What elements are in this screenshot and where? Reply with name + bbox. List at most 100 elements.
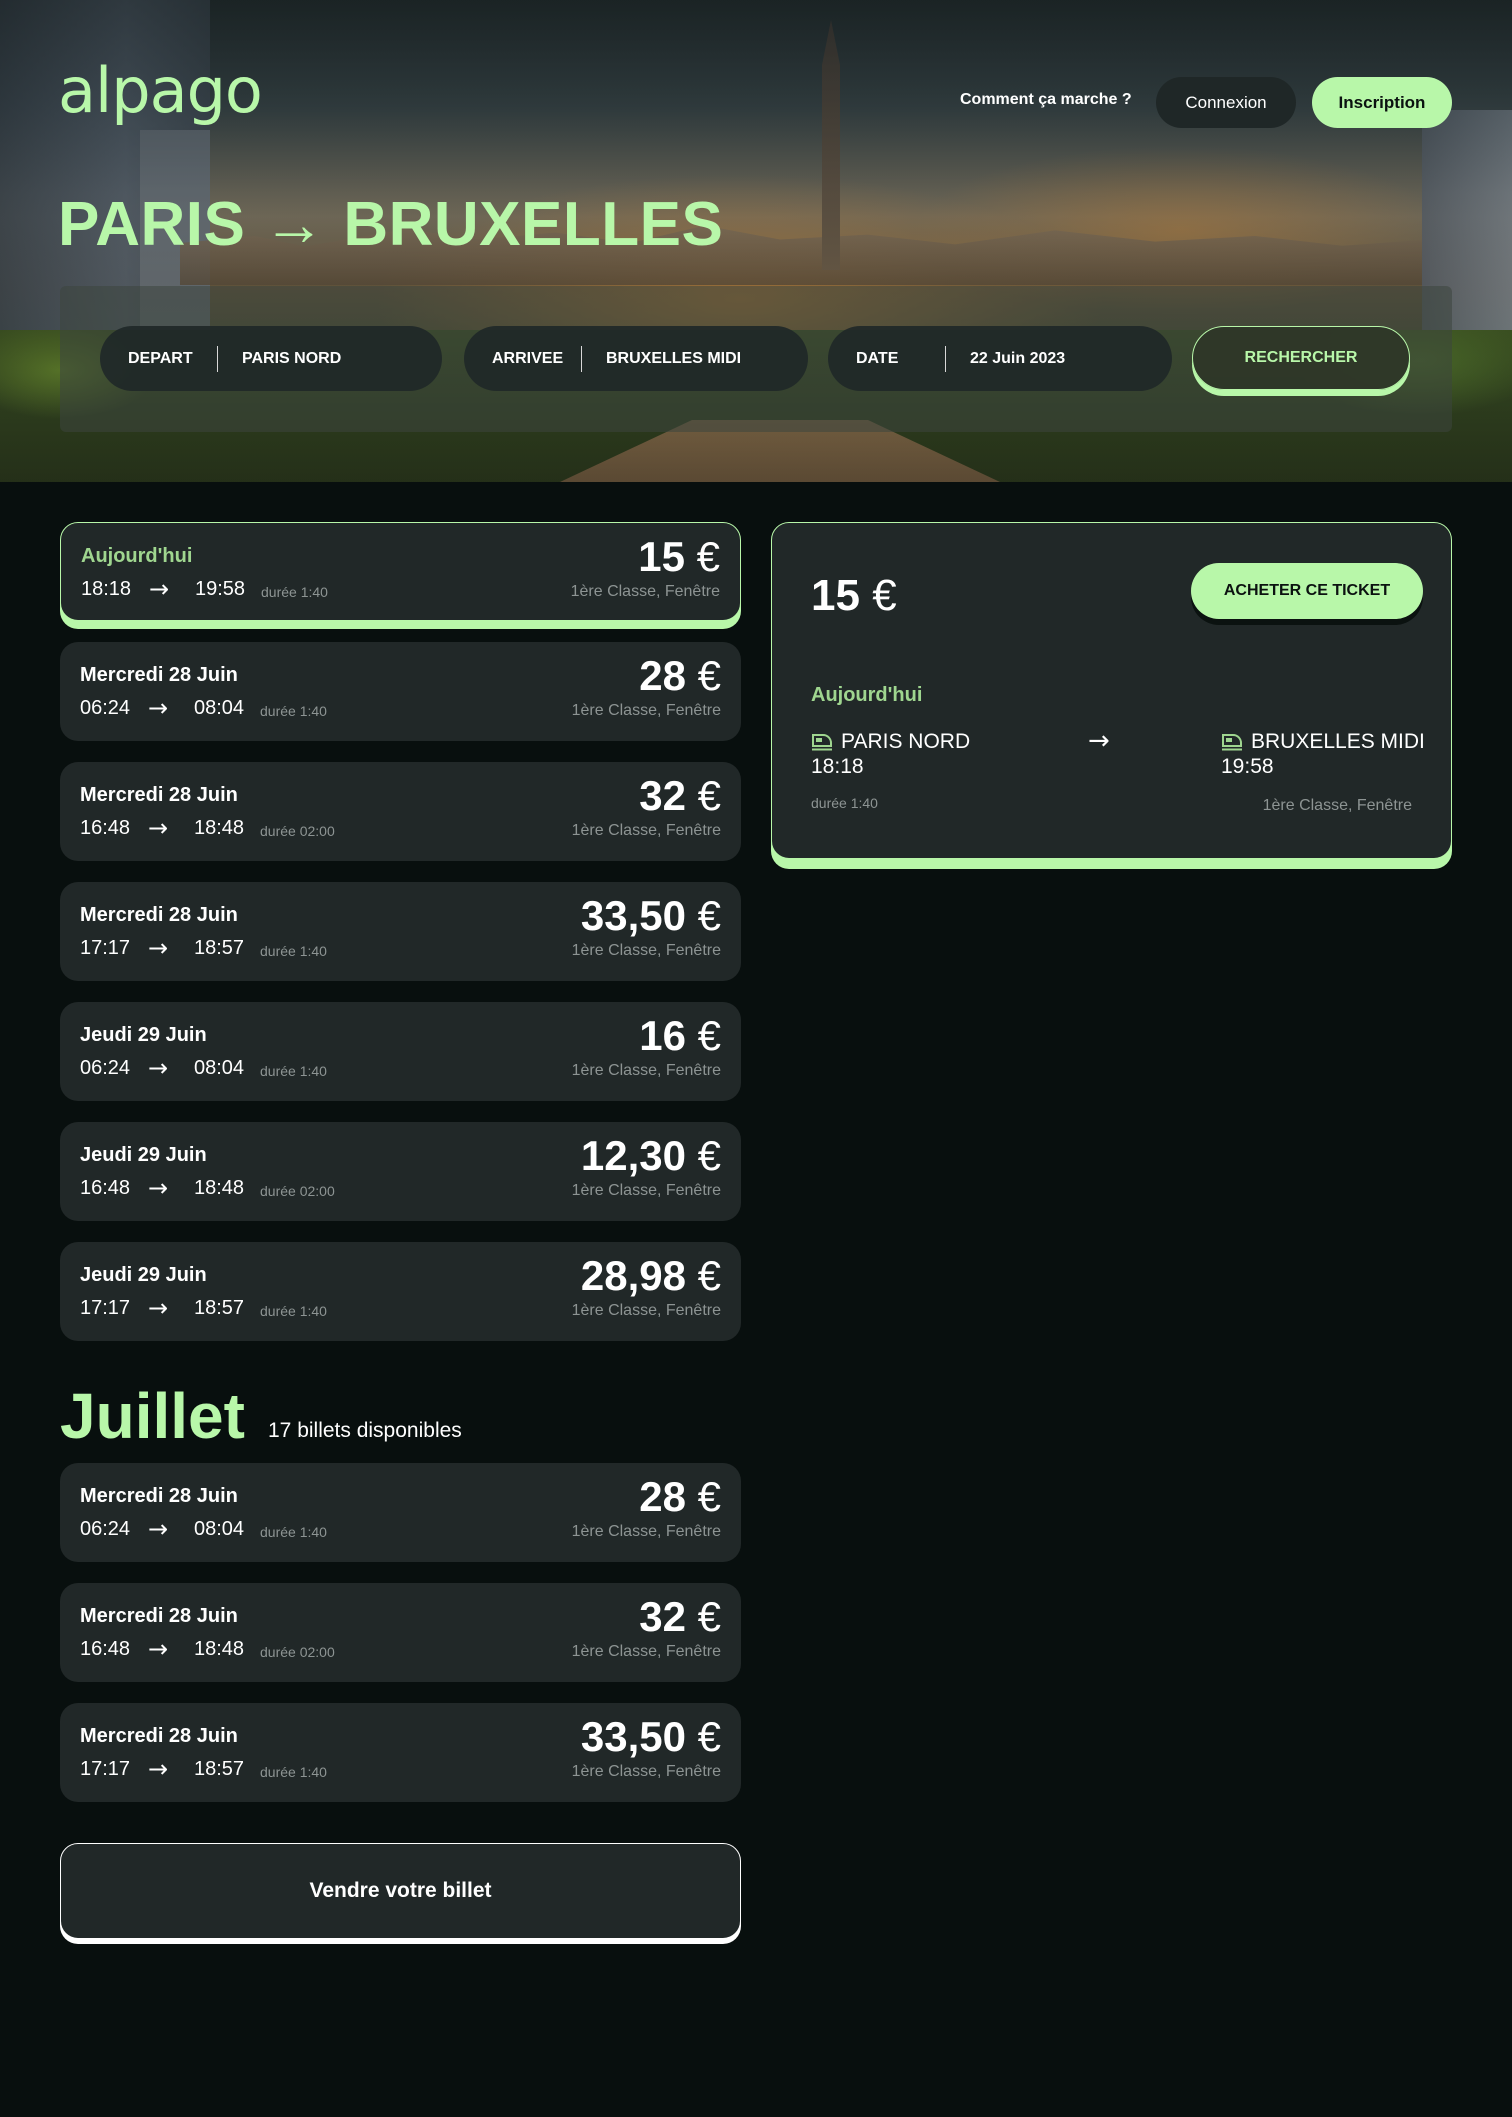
ticket-departure-time: 17:17	[80, 937, 131, 959]
ticket-arrival-time: 08:04	[194, 1518, 245, 1540]
ticket-duration: durée 02:00	[260, 1183, 335, 1199]
ticket-class: 1ère Classe, Fenêtre	[571, 1182, 721, 1199]
departure-label: DEPART	[100, 345, 218, 372]
detail-price-currency: €	[872, 571, 897, 620]
ticket-duration: durée 02:00	[260, 1644, 335, 1660]
sell-ticket-button[interactable]: Vendre votre billet	[60, 1843, 741, 1939]
ticket-price-currency: €	[697, 1713, 721, 1760]
ticket-arrival-time: 18:57	[194, 1758, 245, 1780]
detail-to: BRUXELLES MIDI	[1221, 730, 1425, 754]
arrow-right-icon: →	[148, 1174, 169, 1202]
ticket-price: 32 €	[639, 772, 721, 820]
page-title: PARIS → BRUXELLES	[58, 190, 724, 259]
ticket-departure-time: 18:18	[81, 578, 132, 600]
ticket-departure-time: 16:48	[80, 1638, 131, 1660]
ticket-class: 1ère Classe, Fenêtre	[571, 702, 721, 719]
ticket-arrival-time: 18:48	[194, 1177, 245, 1199]
date-field[interactable]: DATE 22 Juin 2023	[828, 326, 1172, 391]
ticket-class: 1ère Classe, Fenêtre	[571, 1643, 721, 1660]
ticket-day: Mercredi 28 Juin	[80, 1605, 238, 1627]
ticket-duration: durée 1:40	[260, 1063, 327, 1079]
ticket-day: Jeudi 29 Juin	[80, 1144, 207, 1166]
detail-to-time: 19:58	[1221, 755, 1274, 778]
ticket-arrival-time: 19:58	[195, 578, 246, 600]
ticket-card[interactable]: Jeudi 29 Juin 16:48 → 18:48 durée 02:00 12,30…	[60, 1122, 741, 1221]
signup-button[interactable]: Inscription	[1312, 77, 1452, 128]
search-button[interactable]: RECHERCHER	[1192, 326, 1410, 390]
ticket-price: 28 €	[639, 652, 721, 700]
ticket-price: 33,50 €	[581, 892, 721, 940]
ticket-price-value: 28	[639, 652, 686, 699]
arrow-right-icon: →	[148, 1054, 169, 1082]
ticket-card[interactable]: Jeudi 29 Juin 17:17 → 18:57 durée 1:40 28,98 …	[60, 1242, 741, 1341]
detail-price: 15 €	[811, 571, 897, 621]
detail-duration: durée 1:40	[811, 795, 878, 811]
ticket-card[interactable]: Mercredi 28 Juin 16:48 → 18:48 durée 02:00 32…	[60, 1583, 741, 1682]
search-panel: DEPART PARIS NORD ARRIVEE BRUXELLES MIDI…	[60, 286, 1452, 432]
detail-day: Aujourd'hui	[811, 684, 923, 706]
ticket-card[interactable]: Mercredi 28 Juin 06:24 → 08:04 durée 1:40 28 …	[60, 1463, 741, 1562]
ticket-price-value: 33,50	[580, 1713, 686, 1760]
ticket-day: Aujourd'hui	[81, 545, 193, 567]
detail-from-station: PARIS NORD	[841, 730, 971, 753]
ticket-departure-time: 16:48	[80, 817, 131, 839]
ticket-price-currency: €	[697, 1012, 721, 1059]
ticket-price: 16 €	[639, 1012, 721, 1060]
ticket-day: Mercredi 28 Juin	[80, 1485, 238, 1507]
ticket-duration: durée 02:00	[260, 823, 335, 839]
arrow-right-icon: →	[148, 1294, 169, 1322]
ticket-price-value: 16	[639, 1012, 686, 1059]
ticket-card[interactable]: Mercredi 28 Juin 16:48 → 18:48 durée 02:00 32…	[60, 762, 741, 861]
date-value[interactable]: 22 Juin 2023	[946, 350, 1065, 368]
ticket-duration: durée 1:40	[260, 703, 327, 719]
ticket-price-value: 28,98	[580, 1252, 686, 1299]
ticket-class: 1ère Classe, Fenêtre	[571, 1062, 721, 1079]
ticket-departure-time: 06:24	[80, 1057, 131, 1079]
how-it-works-link[interactable]: Comment ça marche ?	[960, 91, 1132, 109]
ticket-arrival-time: 18:57	[194, 937, 245, 959]
ticket-card[interactable]: Mercredi 28 Juin 17:17 → 18:57 durée 1:40 33,…	[60, 882, 741, 981]
detail-from-time: 18:18	[811, 755, 864, 778]
arrow-right-icon: →	[148, 814, 169, 842]
ticket-price: 32 €	[639, 1593, 721, 1641]
ticket-departure-time: 17:17	[80, 1297, 131, 1319]
ticket-card[interactable]: Aujourd'hui 18:18 → 19:58 durée 1:40 15 €1ère…	[60, 522, 741, 621]
departure-field[interactable]: DEPART PARIS NORD	[100, 326, 442, 391]
ticket-price-value: 15	[638, 533, 685, 580]
brand-logo[interactable]: alpago	[58, 60, 263, 122]
ticket-class: 1ère Classe, Fenêtre	[570, 583, 720, 600]
ticket-duration: durée 1:40	[261, 584, 328, 600]
ticket-price-currency: €	[697, 1593, 721, 1640]
arrival-value[interactable]: BRUXELLES MIDI	[582, 350, 741, 368]
ticket-day: Mercredi 28 Juin	[80, 1725, 238, 1747]
ticket-card[interactable]: Mercredi 28 Juin 06:24 → 08:04 durée 1:40 28 …	[60, 642, 741, 741]
ticket-card[interactable]: Mercredi 28 Juin 17:17 → 18:57 durée 1:40 33,…	[60, 1703, 741, 1802]
train-icon	[812, 734, 832, 751]
login-button[interactable]: Connexion	[1156, 77, 1296, 128]
ticket-departure-time: 06:24	[80, 697, 131, 719]
ticket-day: Mercredi 28 Juin	[80, 784, 238, 806]
ticket-price-currency: €	[697, 892, 721, 939]
arrow-right-icon: →	[148, 1635, 169, 1663]
detail-to-station: BRUXELLES MIDI	[1251, 730, 1425, 753]
buy-ticket-button[interactable]: ACHETER CE TICKET	[1191, 563, 1423, 619]
ticket-price-currency: €	[697, 772, 721, 819]
ticket-price-value: 28	[639, 1473, 686, 1520]
departure-value[interactable]: PARIS NORD	[218, 350, 341, 368]
ticket-arrival-time: 08:04	[194, 697, 245, 719]
ticket-price-value: 32	[639, 772, 686, 819]
ticket-price: 15 €	[638, 533, 720, 581]
ticket-departure-time: 17:17	[80, 1758, 131, 1780]
ticket-card[interactable]: Jeudi 29 Juin 06:24 → 08:04 durée 1:40 16 €1è…	[60, 1002, 741, 1101]
ticket-class: 1ère Classe, Fenêtre	[571, 1302, 721, 1319]
ticket-duration: durée 1:40	[260, 943, 327, 959]
ticket-price-currency: €	[696, 533, 720, 580]
ticket-departure-time: 16:48	[80, 1177, 131, 1199]
ticket-price-value: 32	[639, 1593, 686, 1640]
ticket-day: Mercredi 28 Juin	[80, 664, 238, 686]
arrival-field[interactable]: ARRIVEE BRUXELLES MIDI	[464, 326, 808, 391]
arrival-label: ARRIVEE	[464, 345, 582, 372]
arrow-right-icon: →	[149, 575, 170, 603]
ticket-class: 1ère Classe, Fenêtre	[571, 1523, 721, 1540]
ticket-arrival-time: 18:48	[194, 817, 245, 839]
